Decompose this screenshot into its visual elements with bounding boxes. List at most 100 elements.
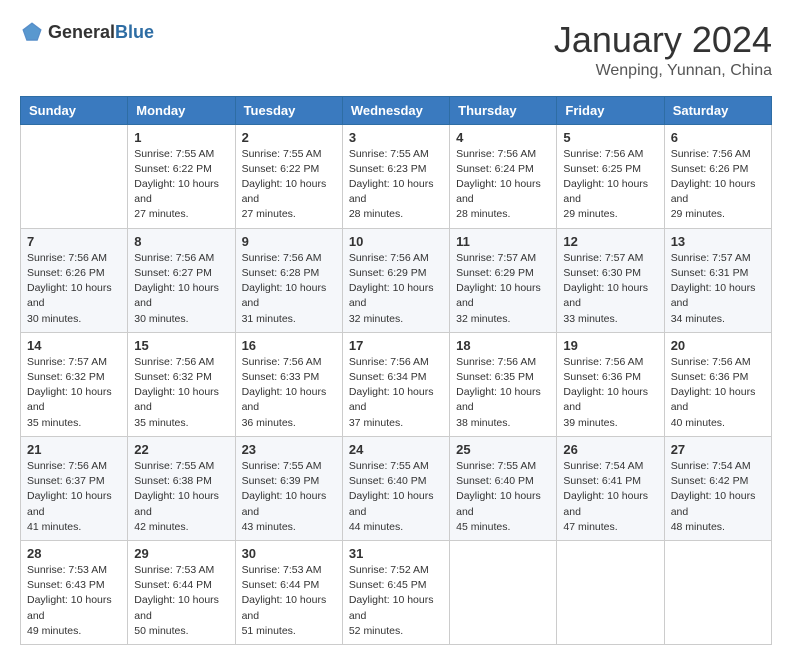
day-cell: 14 Sunrise: 7:57 AMSunset: 6:32 PMDayligh… [21, 332, 128, 436]
day-cell: 11 Sunrise: 7:57 AMSunset: 6:29 PMDayligh… [450, 228, 557, 332]
day-number: 23 [242, 442, 336, 457]
day-number: 2 [242, 130, 336, 145]
weekday-header-monday: Monday [128, 96, 235, 124]
day-number: 26 [563, 442, 657, 457]
day-cell [21, 124, 128, 228]
day-number: 22 [134, 442, 228, 457]
week-row-1: 7Sunrise: 7:56 AMSunset: 6:26 PMDaylight… [21, 228, 772, 332]
weekday-header-thursday: Thursday [450, 96, 557, 124]
day-number: 5 [563, 130, 657, 145]
day-cell: 15 Sunrise: 7:56 AMSunset: 6:32 PMDayligh… [128, 332, 235, 436]
location-title: Wenping, Yunnan, China [554, 62, 772, 80]
day-info: Sunrise: 7:56 AMSunset: 6:28 PMDaylight:… [242, 251, 336, 327]
title-block: January 2024 Wenping, Yunnan, China [554, 20, 772, 80]
day-info: Sunrise: 7:56 AMSunset: 6:32 PMDaylight:… [134, 355, 228, 431]
weekday-header-wednesday: Wednesday [342, 96, 449, 124]
weekday-header-saturday: Saturday [664, 96, 771, 124]
day-info: Sunrise: 7:53 AMSunset: 6:43 PMDaylight:… [27, 563, 121, 639]
day-info: Sunrise: 7:57 AMSunset: 6:30 PMDaylight:… [563, 251, 657, 327]
day-cell: 22 Sunrise: 7:55 AMSunset: 6:38 PMDayligh… [128, 436, 235, 540]
day-cell: 5 Sunrise: 7:56 AMSunset: 6:25 PMDaylight… [557, 124, 664, 228]
day-cell: 13 Sunrise: 7:57 AMSunset: 6:31 PMDayligh… [664, 228, 771, 332]
day-number: 31 [349, 546, 443, 561]
day-cell: 1Sunrise: 7:55 AMSunset: 6:22 PMDaylight… [128, 124, 235, 228]
logo: GeneralBlue [20, 20, 154, 44]
day-number: 20 [671, 338, 765, 353]
day-number: 15 [134, 338, 228, 353]
weekday-header-tuesday: Tuesday [235, 96, 342, 124]
week-row-0: 1Sunrise: 7:55 AMSunset: 6:22 PMDaylight… [21, 124, 772, 228]
day-cell: 31 Sunrise: 7:52 AMSunset: 6:45 PMDayligh… [342, 540, 449, 644]
day-info: Sunrise: 7:57 AMSunset: 6:31 PMDaylight:… [671, 251, 765, 327]
day-info: Sunrise: 7:56 AMSunset: 6:27 PMDaylight:… [134, 251, 228, 327]
day-number: 10 [349, 234, 443, 249]
day-info: Sunrise: 7:54 AMSunset: 6:41 PMDaylight:… [563, 459, 657, 535]
day-info: Sunrise: 7:56 AMSunset: 6:29 PMDaylight:… [349, 251, 443, 327]
day-number: 1 [134, 130, 228, 145]
day-info: Sunrise: 7:55 AMSunset: 6:39 PMDaylight:… [242, 459, 336, 535]
day-number: 12 [563, 234, 657, 249]
day-cell [557, 540, 664, 644]
day-number: 4 [456, 130, 550, 145]
day-number: 29 [134, 546, 228, 561]
day-info: Sunrise: 7:56 AMSunset: 6:36 PMDaylight:… [671, 355, 765, 431]
day-number: 14 [27, 338, 121, 353]
weekday-header-friday: Friday [557, 96, 664, 124]
week-row-4: 28 Sunrise: 7:53 AMSunset: 6:43 PMDayligh… [21, 540, 772, 644]
day-number: 30 [242, 546, 336, 561]
day-info: Sunrise: 7:57 AMSunset: 6:29 PMDaylight:… [456, 251, 550, 327]
day-info: Sunrise: 7:56 AMSunset: 6:24 PMDaylight:… [456, 147, 550, 223]
day-info: Sunrise: 7:55 AMSunset: 6:38 PMDaylight:… [134, 459, 228, 535]
day-info: Sunrise: 7:56 AMSunset: 6:35 PMDaylight:… [456, 355, 550, 431]
day-cell: 21Sunrise: 7:56 AMSunset: 6:37 PMDayligh… [21, 436, 128, 540]
day-number: 25 [456, 442, 550, 457]
day-cell: 2Sunrise: 7:55 AMSunset: 6:22 PMDaylight… [235, 124, 342, 228]
day-number: 24 [349, 442, 443, 457]
day-cell: 28 Sunrise: 7:53 AMSunset: 6:43 PMDayligh… [21, 540, 128, 644]
weekday-header-sunday: Sunday [21, 96, 128, 124]
calendar-body: 1Sunrise: 7:55 AMSunset: 6:22 PMDaylight… [21, 124, 772, 644]
day-info: Sunrise: 7:56 AMSunset: 6:26 PMDaylight:… [27, 251, 121, 327]
day-info: Sunrise: 7:56 AMSunset: 6:36 PMDaylight:… [563, 355, 657, 431]
weekday-header-row: SundayMondayTuesdayWednesdayThursdayFrid… [21, 96, 772, 124]
day-cell: 17 Sunrise: 7:56 AMSunset: 6:34 PMDayligh… [342, 332, 449, 436]
day-number: 6 [671, 130, 765, 145]
day-info: Sunrise: 7:56 AMSunset: 6:33 PMDaylight:… [242, 355, 336, 431]
day-cell: 3Sunrise: 7:55 AMSunset: 6:23 PMDaylight… [342, 124, 449, 228]
day-info: Sunrise: 7:57 AMSunset: 6:32 PMDaylight:… [27, 355, 121, 431]
month-title: January 2024 [554, 20, 772, 60]
day-number: 8 [134, 234, 228, 249]
day-number: 27 [671, 442, 765, 457]
calendar-table: SundayMondayTuesdayWednesdayThursdayFrid… [20, 96, 772, 645]
day-info: Sunrise: 7:53 AMSunset: 6:44 PMDaylight:… [242, 563, 336, 639]
day-cell: 24 Sunrise: 7:55 AMSunset: 6:40 PMDayligh… [342, 436, 449, 540]
day-info: Sunrise: 7:56 AMSunset: 6:26 PMDaylight:… [671, 147, 765, 223]
week-row-2: 14 Sunrise: 7:57 AMSunset: 6:32 PMDayligh… [21, 332, 772, 436]
day-number: 13 [671, 234, 765, 249]
week-row-3: 21Sunrise: 7:56 AMSunset: 6:37 PMDayligh… [21, 436, 772, 540]
day-number: 28 [27, 546, 121, 561]
logo-general: General [48, 22, 115, 42]
day-info: Sunrise: 7:56 AMSunset: 6:34 PMDaylight:… [349, 355, 443, 431]
day-info: Sunrise: 7:55 AMSunset: 6:23 PMDaylight:… [349, 147, 443, 223]
day-cell: 30 Sunrise: 7:53 AMSunset: 6:44 PMDayligh… [235, 540, 342, 644]
day-number: 17 [349, 338, 443, 353]
day-info: Sunrise: 7:54 AMSunset: 6:42 PMDaylight:… [671, 459, 765, 535]
day-cell [450, 540, 557, 644]
day-number: 19 [563, 338, 657, 353]
day-cell: 6 Sunrise: 7:56 AMSunset: 6:26 PMDaylight… [664, 124, 771, 228]
logo-text: GeneralBlue [48, 22, 154, 43]
day-cell: 16Sunrise: 7:56 AMSunset: 6:33 PMDayligh… [235, 332, 342, 436]
page-header: GeneralBlue January 2024 Wenping, Yunnan… [20, 20, 772, 80]
day-number: 11 [456, 234, 550, 249]
day-info: Sunrise: 7:53 AMSunset: 6:44 PMDaylight:… [134, 563, 228, 639]
day-info: Sunrise: 7:55 AMSunset: 6:40 PMDaylight:… [349, 459, 443, 535]
day-cell: 23 Sunrise: 7:55 AMSunset: 6:39 PMDayligh… [235, 436, 342, 540]
day-cell: 20 Sunrise: 7:56 AMSunset: 6:36 PMDayligh… [664, 332, 771, 436]
day-cell: 25Sunrise: 7:55 AMSunset: 6:40 PMDayligh… [450, 436, 557, 540]
day-cell: 4 Sunrise: 7:56 AMSunset: 6:24 PMDaylight… [450, 124, 557, 228]
day-number: 21 [27, 442, 121, 457]
day-cell: 7Sunrise: 7:56 AMSunset: 6:26 PMDaylight… [21, 228, 128, 332]
day-info: Sunrise: 7:52 AMSunset: 6:45 PMDaylight:… [349, 563, 443, 639]
day-info: Sunrise: 7:56 AMSunset: 6:25 PMDaylight:… [563, 147, 657, 223]
